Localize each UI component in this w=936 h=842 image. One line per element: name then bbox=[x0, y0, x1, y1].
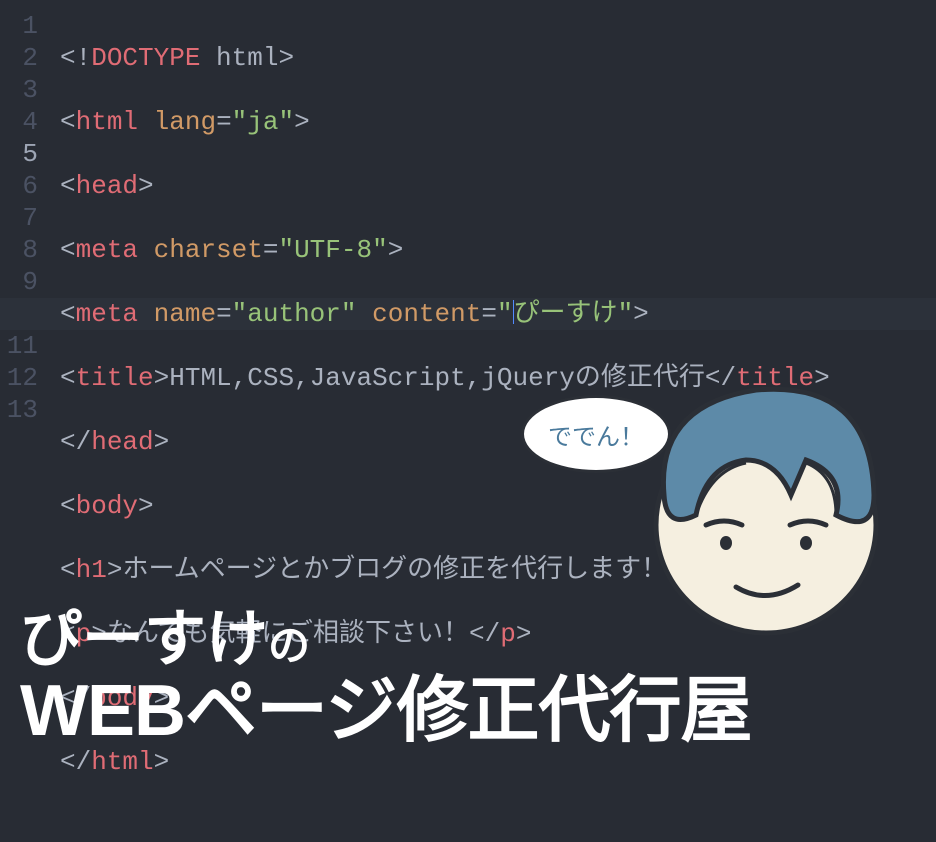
line-number: 4 bbox=[0, 106, 38, 138]
code-line[interactable]: <html lang="ja"> bbox=[60, 106, 936, 138]
promo-title-line2: WEBページ修正代行屋 bbox=[20, 674, 752, 750]
code-line-active[interactable]: <meta name="author" content="ぴーすけ"> bbox=[0, 298, 936, 330]
avatar-icon bbox=[636, 365, 896, 645]
line-number: 7 bbox=[0, 202, 38, 234]
code-line[interactable]: <!DOCTYPE html> bbox=[60, 42, 936, 74]
speech-bubble-text: ででん！ bbox=[548, 417, 644, 452]
promo-title-line1: ぴーすけの bbox=[20, 606, 752, 674]
line-number-active: 5 bbox=[0, 138, 38, 170]
line-number: 6 bbox=[0, 170, 38, 202]
line-number: 12 bbox=[0, 362, 38, 394]
line-number: 13 bbox=[0, 394, 38, 426]
code-line[interactable]: <meta charset="UTF-8"> bbox=[60, 234, 936, 266]
line-number: 11 bbox=[0, 330, 38, 362]
line-number: 8 bbox=[0, 234, 38, 266]
line-number: 9 bbox=[0, 266, 38, 298]
line-number: 1 bbox=[0, 10, 38, 42]
line-number: 2 bbox=[0, 42, 38, 74]
promo-title: ぴーすけの WEBページ修正代行屋 bbox=[20, 606, 752, 750]
author-name: ぴーすけ bbox=[20, 605, 268, 674]
code-line[interactable]: <head> bbox=[60, 170, 936, 202]
line-number: 3 bbox=[0, 74, 38, 106]
particle-text: の bbox=[268, 622, 310, 669]
